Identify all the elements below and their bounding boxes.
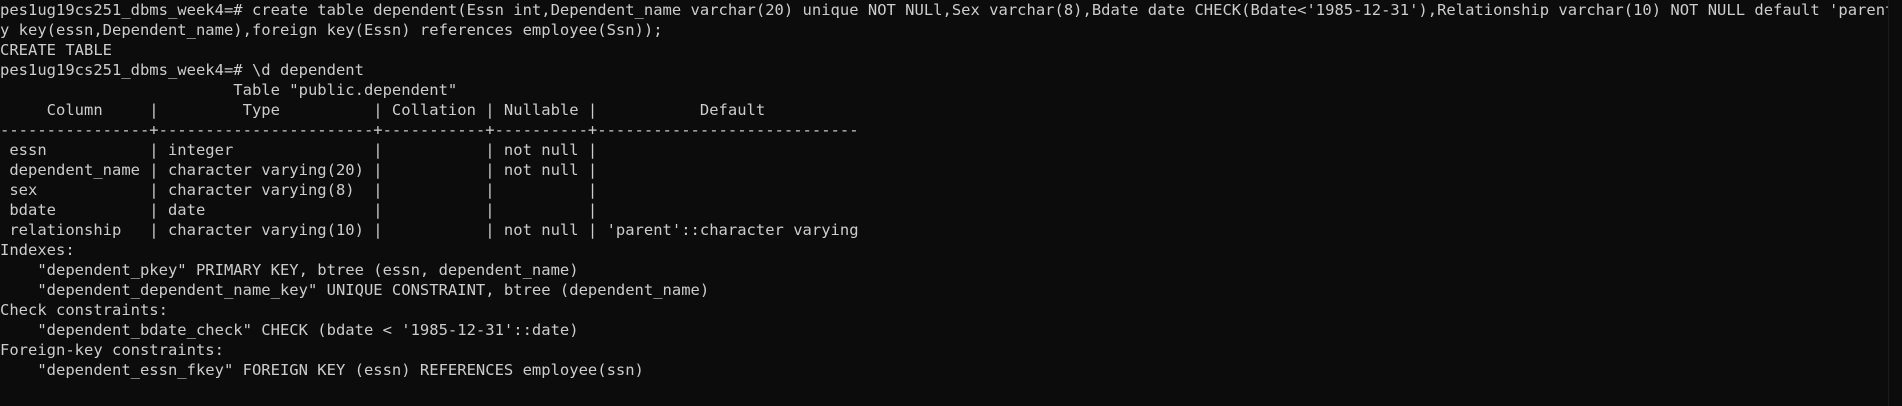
table-row: bdate | date | | | — [0, 201, 598, 219]
table-title: Table "public.dependent" — [0, 81, 458, 99]
index-entry: "dependent_dependent_name_key" UNIQUE CO… — [0, 281, 710, 299]
check-constraints-heading: Check constraints: — [0, 301, 168, 319]
table-row: relationship | character varying(10) | |… — [0, 221, 859, 239]
vertical-scrollbar[interactable] — [1888, 0, 1902, 406]
indexes-heading: Indexes: — [0, 241, 75, 259]
check-constraint-entry: "dependent_bdate_check" CHECK (bdate < '… — [0, 321, 579, 339]
foreign-key-heading: Foreign-key constraints: — [0, 341, 224, 359]
foreign-key-entry: "dependent_essn_fkey" FOREIGN KEY (essn)… — [0, 361, 644, 379]
index-entry: "dependent_pkey" PRIMARY KEY, btree (ess… — [0, 261, 579, 279]
table-separator: ----------------+-----------------------… — [0, 121, 859, 139]
command-line: pes1ug19cs251_dbms_week4=# create table … — [0, 1, 1888, 19]
command-result: CREATE TABLE — [0, 41, 112, 59]
command-line-continuation: y key(essn,Dependent_name),foreign key(E… — [0, 21, 663, 39]
table-row: dependent_name | character varying(20) |… — [0, 161, 598, 179]
terminal-output[interactable]: pes1ug19cs251_dbms_week4=# create table … — [0, 0, 1888, 406]
table-row: sex | character varying(8) | | | — [0, 181, 598, 199]
command-line: pes1ug19cs251_dbms_week4=# \d dependent — [0, 61, 364, 79]
scrollbar-thumb[interactable] — [1892, 0, 1899, 406]
table-header: Column | Type | Collation | Nullable | D… — [0, 101, 766, 119]
table-row: essn | integer | | not null | — [0, 141, 598, 159]
